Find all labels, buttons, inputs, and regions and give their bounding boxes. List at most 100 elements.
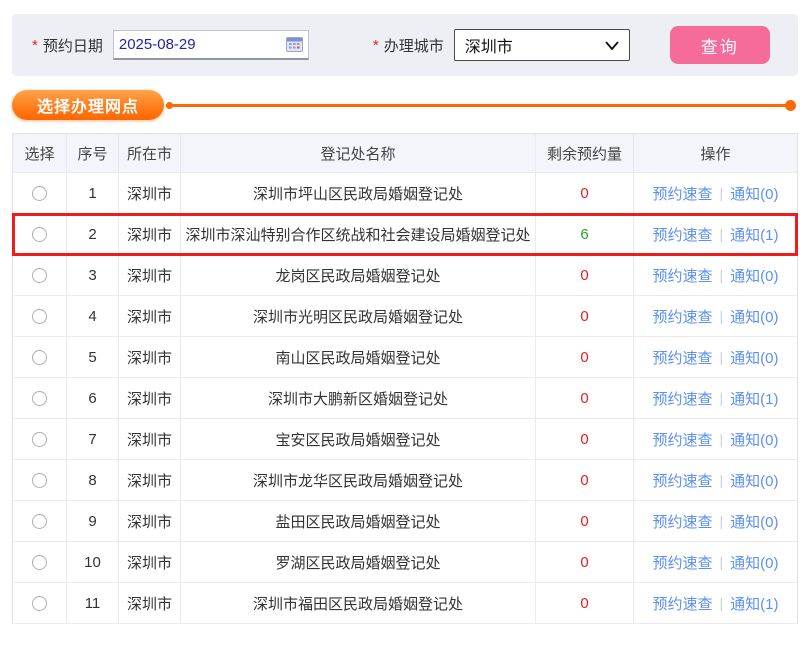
remaining-count: 0 <box>580 472 588 489</box>
row-city: 深圳市 <box>119 419 181 459</box>
ops-cell: 预约速查 | 通知(0) <box>634 542 797 582</box>
chevron-down-icon <box>605 41 619 50</box>
notice-link[interactable]: 通知(0) <box>730 265 778 286</box>
quick-check-link[interactable]: 预约速查 <box>653 593 713 614</box>
branch-radio[interactable] <box>32 555 47 570</box>
calendar-icon[interactable] <box>286 37 303 52</box>
branch-radio[interactable] <box>32 391 47 406</box>
row-number: 4 <box>67 296 119 336</box>
notice-link[interactable]: 通知(1) <box>730 224 778 245</box>
notice-link[interactable]: 通知(0) <box>730 306 778 327</box>
row-number: 2 <box>67 214 119 254</box>
notice-link[interactable]: 通知(0) <box>730 347 778 368</box>
remaining-count: 0 <box>580 308 588 325</box>
branch-radio[interactable] <box>32 227 47 242</box>
ops-cell: 预约速查 | 通知(0) <box>634 173 797 213</box>
table-row: 9 深圳市 盐田区民政局婚姻登记处 0 预约速查 | 通知(0) <box>13 501 797 542</box>
header-name: 登记处名称 <box>181 134 536 172</box>
select-cell <box>13 542 67 582</box>
table-row: 2 深圳市 深圳市深汕特别合作区统战和社会建设局婚姻登记处 6 预约速查 | 通… <box>13 214 797 255</box>
row-number: 1 <box>67 173 119 213</box>
quick-check-link[interactable]: 预约速查 <box>653 265 713 286</box>
registry-name: 宝安区民政局婚姻登记处 <box>181 419 536 459</box>
query-button[interactable]: 查询 <box>670 26 770 64</box>
notice-link[interactable]: 通知(1) <box>730 593 778 614</box>
link-separator: | <box>720 185 724 201</box>
section-head: 选择办理网点 <box>12 90 793 120</box>
quick-check-link[interactable]: 预约速查 <box>653 224 713 245</box>
link-separator: | <box>720 472 724 488</box>
link-separator: | <box>720 595 724 611</box>
notice-link[interactable]: 通知(0) <box>730 429 778 450</box>
quick-check-link[interactable]: 预约速查 <box>653 552 713 573</box>
quick-check-link[interactable]: 预约速查 <box>653 511 713 532</box>
date-field[interactable] <box>113 30 309 60</box>
branch-radio[interactable] <box>32 432 47 447</box>
row-number: 5 <box>67 337 119 377</box>
quick-check-link[interactable]: 预约速查 <box>653 429 713 450</box>
table-row: 4 深圳市 深圳市光明区民政局婚姻登记处 0 预约速查 | 通知(0) <box>13 296 797 337</box>
select-cell <box>13 583 67 623</box>
remaining-cell: 0 <box>536 419 634 459</box>
date-label: 预约日期 <box>43 35 103 56</box>
row-city: 深圳市 <box>119 460 181 500</box>
ops-cell: 预约速查 | 通知(0) <box>634 419 797 459</box>
branch-radio[interactable] <box>32 309 47 324</box>
branch-radio[interactable] <box>32 473 47 488</box>
select-cell <box>13 173 67 213</box>
city-select[interactable]: 深圳市 <box>454 29 630 61</box>
notice-link[interactable]: 通知(0) <box>730 470 778 491</box>
table-row: 11 深圳市 深圳市福田区民政局婚姻登记处 0 预约速查 | 通知(1) <box>13 583 797 624</box>
branch-radio[interactable] <box>32 596 47 611</box>
ops-cell: 预约速查 | 通知(0) <box>634 255 797 295</box>
row-number: 6 <box>67 378 119 418</box>
row-number: 9 <box>67 501 119 541</box>
select-cell <box>13 378 67 418</box>
notice-link[interactable]: 通知(0) <box>730 183 778 204</box>
table-header-row: 选择 序号 所在市 登记处名称 剩余预约量 操作 <box>13 134 797 173</box>
row-city: 深圳市 <box>119 583 181 623</box>
branch-radio[interactable] <box>32 186 47 201</box>
link-separator: | <box>720 513 724 529</box>
filter-bar: * 预约日期 * 办理城市 深圳市 查询 <box>12 14 798 76</box>
remaining-cell: 0 <box>536 542 634 582</box>
branch-radio[interactable] <box>32 514 47 529</box>
header-no: 序号 <box>67 134 119 172</box>
notice-link[interactable]: 通知(0) <box>730 552 778 573</box>
row-city: 深圳市 <box>119 542 181 582</box>
ops-cell: 预约速查 | 通知(0) <box>634 337 797 377</box>
row-city: 深圳市 <box>119 296 181 336</box>
link-separator: | <box>720 390 724 406</box>
ops-cell: 预约速查 | 通知(1) <box>634 583 797 623</box>
quick-check-link[interactable]: 预约速查 <box>653 306 713 327</box>
row-number: 10 <box>67 542 119 582</box>
registry-name: 深圳市深汕特别合作区统战和社会建设局婚姻登记处 <box>181 214 536 254</box>
registry-name: 深圳市福田区民政局婚姻登记处 <box>181 583 536 623</box>
section-rule-line <box>166 104 793 107</box>
row-number: 3 <box>67 255 119 295</box>
row-city: 深圳市 <box>119 255 181 295</box>
branch-radio[interactable] <box>32 350 47 365</box>
registry-name: 深圳市龙华区民政局婚姻登记处 <box>181 460 536 500</box>
header-remaining: 剩余预约量 <box>536 134 634 172</box>
ops-cell: 预约速查 | 通知(0) <box>634 501 797 541</box>
ops-cell: 预约速查 | 通知(1) <box>634 378 797 418</box>
quick-check-link[interactable]: 预约速查 <box>653 470 713 491</box>
remaining-cell: 0 <box>536 296 634 336</box>
branch-radio[interactable] <box>32 268 47 283</box>
ops-cell: 预约速查 | 通知(0) <box>634 296 797 336</box>
quick-check-link[interactable]: 预约速查 <box>653 347 713 368</box>
header-city: 所在市 <box>119 134 181 172</box>
quick-check-link[interactable]: 预约速查 <box>653 183 713 204</box>
quick-check-link[interactable]: 预约速查 <box>653 388 713 409</box>
date-input[interactable] <box>119 36 286 53</box>
remaining-cell: 0 <box>536 337 634 377</box>
remaining-count: 0 <box>580 431 588 448</box>
link-separator: | <box>720 267 724 283</box>
select-cell <box>13 214 67 254</box>
notice-link[interactable]: 通知(1) <box>730 388 778 409</box>
select-cell <box>13 419 67 459</box>
notice-link[interactable]: 通知(0) <box>730 511 778 532</box>
remaining-count: 0 <box>580 185 588 202</box>
header-select: 选择 <box>13 134 67 172</box>
